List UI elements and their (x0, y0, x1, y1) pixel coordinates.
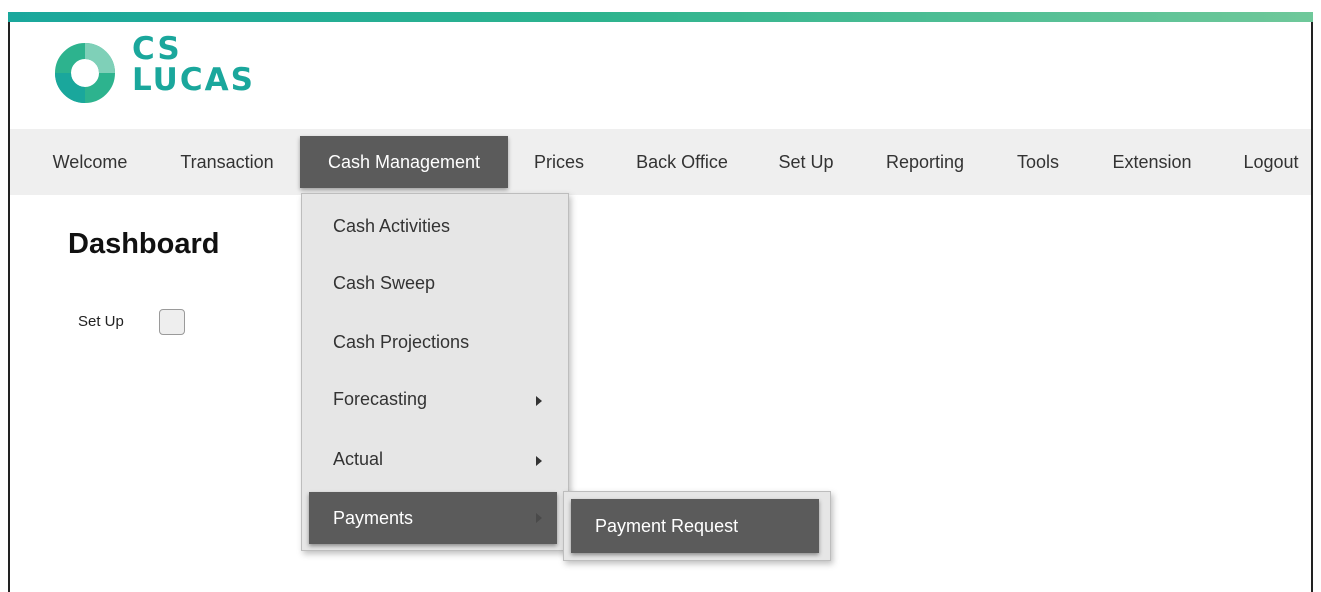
page-title: Dashboard (68, 228, 220, 260)
nav-transaction[interactable]: Transaction (172, 136, 282, 188)
caret-right-icon (536, 396, 542, 406)
nav-cash-management[interactable]: Cash Management (300, 136, 508, 188)
nav-set-up[interactable]: Set Up (774, 136, 838, 188)
brand-logo[interactable]: CS LUCAS (54, 34, 294, 108)
payments-submenu: Payment Request (563, 491, 831, 561)
brand-accent-bar (8, 12, 1313, 22)
setup-label: Set Up (78, 313, 124, 330)
caret-right-icon (536, 513, 542, 523)
menu-item-actual[interactable]: Actual (333, 449, 383, 470)
cash-management-menu: Cash Activities Cash Sweep Cash Projecti… (301, 193, 569, 551)
menu-item-cash-sweep[interactable]: Cash Sweep (333, 273, 435, 294)
nav-tools[interactable]: Tools (1010, 136, 1066, 188)
brand-name-line1: CS (132, 31, 182, 67)
menu-item-payment-request[interactable]: Payment Request (571, 499, 819, 553)
menu-item-payments[interactable]: Payments (309, 492, 557, 544)
brand-name: CS LUCAS (132, 34, 255, 96)
nav-extension[interactable]: Extension (1106, 136, 1198, 188)
nav-welcome[interactable]: Welcome (50, 136, 130, 188)
brand-name-line2: LUCAS (132, 62, 255, 98)
menu-item-payments-label: Payments (333, 508, 414, 528)
nav-back-office[interactable]: Back Office (630, 136, 734, 188)
menu-item-cash-projections[interactable]: Cash Projections (333, 332, 469, 353)
setup-checkbox[interactable] (159, 309, 185, 335)
nav-logout[interactable]: Logout (1238, 136, 1304, 188)
menu-item-forecasting[interactable]: Forecasting (333, 389, 427, 410)
donut-logo-icon (55, 43, 115, 103)
nav-prices[interactable]: Prices (528, 136, 590, 188)
caret-right-icon (536, 456, 542, 466)
menu-item-cash-activities[interactable]: Cash Activities (333, 216, 450, 237)
nav-reporting[interactable]: Reporting (880, 136, 970, 188)
